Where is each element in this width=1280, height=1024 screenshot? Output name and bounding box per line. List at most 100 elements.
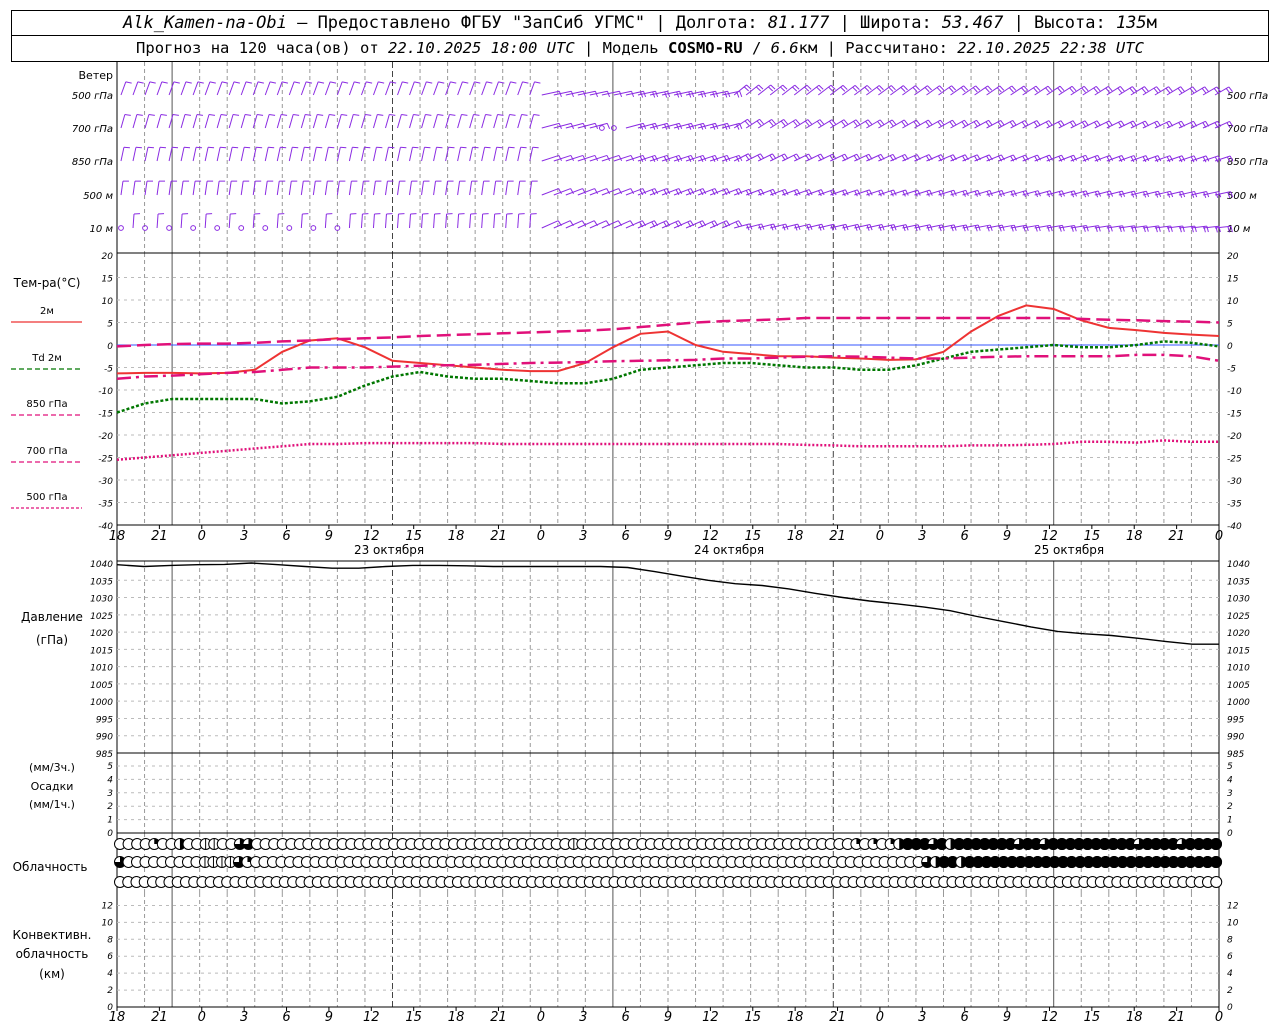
- wind-barb-feather: [972, 87, 978, 93]
- wind-barb: [192, 81, 204, 96]
- wind-level-label: 500 м: [83, 191, 113, 202]
- wind-barb-feather: [878, 85, 884, 91]
- wind-barb: [481, 81, 493, 96]
- hour-tick-label: 3: [240, 529, 248, 544]
- hour-tick-label-bottom: 21: [490, 1010, 507, 1024]
- wind-barb-staff: [216, 147, 221, 162]
- wind-barb-staff: [757, 153, 773, 162]
- wind-barb-feather: [1193, 155, 1198, 162]
- wind-barb-feather: [437, 114, 444, 116]
- wind-barb-feather: [317, 114, 324, 116]
- wind-barb: [180, 180, 190, 196]
- wind-barb: [372, 81, 385, 96]
- wind-barb: [348, 180, 358, 196]
- wind-calm-marker: [118, 225, 124, 231]
- wind-barb: [312, 180, 322, 196]
- wind-barb-staff: [276, 147, 281, 162]
- wind-barb-feather: [1059, 85, 1065, 92]
- hour-tick-label: 12: [363, 529, 380, 544]
- wind-barb-staff: [192, 147, 197, 162]
- wind-barb-staff: [1178, 86, 1193, 96]
- wind-barb-feather: [961, 121, 966, 127]
- wind-barb: [457, 213, 465, 229]
- conv-ytick: 6: [107, 952, 113, 962]
- wind-barb-staff: [144, 181, 148, 196]
- wind-barb-staff: [409, 181, 412, 196]
- wind-barb-staff: [1142, 120, 1158, 129]
- wind-barb: [144, 81, 156, 96]
- pres-ytick: 1010: [90, 664, 113, 674]
- wind-barb-feather: [401, 114, 408, 116]
- day-label: 23 октября: [354, 543, 424, 557]
- hour-tick-label: 18: [787, 529, 804, 544]
- wind-calm-marker: [611, 125, 617, 131]
- wind-barb-staff: [1190, 86, 1205, 96]
- hour-tick-label: 9: [664, 529, 672, 544]
- wind-barb-staff: [180, 213, 183, 229]
- hour-tick-label-bottom: 0: [1215, 1010, 1223, 1024]
- wind-barb-feather: [1048, 120, 1053, 126]
- temp-ytick-right: -15: [1227, 410, 1242, 420]
- wind-barb-staff: [433, 213, 436, 229]
- wind-barb-staff: [252, 213, 255, 229]
- temp-ytick: 20: [102, 252, 114, 262]
- wind-calm-marker: [598, 125, 605, 131]
- hour-tick-label-bottom: 3: [240, 1010, 248, 1024]
- wind-barb-feather: [986, 225, 990, 232]
- cloud-fill: [1210, 856, 1223, 868]
- wind-barb-staff: [300, 213, 303, 229]
- wind-barb-feather: [855, 119, 861, 125]
- wind-barb: [204, 180, 214, 196]
- cloud-axis-title: Облачность: [13, 860, 88, 874]
- wind-barb-staff: [300, 114, 306, 129]
- prec-ytick-right: 5: [1227, 762, 1233, 772]
- pres-ytick-right: 985: [1227, 750, 1244, 760]
- legend-label: 500 гПа: [26, 492, 67, 503]
- wind-barb-feather: [890, 190, 894, 197]
- wind-barb-feather: [866, 85, 872, 91]
- wind-barb: [541, 220, 562, 229]
- wind-barb-staff: [156, 147, 161, 162]
- wind-barb-feather: [937, 121, 942, 127]
- prec-unit-3h: (мм/3ч.): [29, 761, 75, 774]
- wind-barb-feather: [1131, 226, 1134, 233]
- wind-barb-feather: [341, 114, 348, 116]
- wind-barb: [397, 146, 407, 162]
- prec-ytick: 3: [107, 789, 113, 799]
- hour-tick-label: 15: [744, 529, 761, 544]
- wind-barb: [541, 154, 562, 162]
- wind-barb-staff: [228, 147, 233, 162]
- prec-ytick: 1: [107, 816, 113, 826]
- wind-barb-staff: [421, 81, 427, 96]
- wind-barb-feather: [806, 84, 812, 90]
- wind-barb-feather: [269, 114, 276, 116]
- wind-barb: [336, 114, 348, 129]
- wind-barb-feather: [902, 85, 908, 91]
- wind-barb-feather: [449, 114, 456, 116]
- wind-barb-feather: [843, 119, 849, 125]
- wind-barb-feather: [1167, 226, 1170, 233]
- wind-barb-staff: [505, 147, 510, 162]
- hour-tick-label-bottom: 9: [1003, 1010, 1011, 1024]
- wind-barb: [264, 114, 276, 129]
- wind-barb: [156, 81, 168, 96]
- wind-barb-feather: [1122, 225, 1125, 232]
- wind-barb-feather: [1036, 120, 1041, 126]
- wind-barb: [228, 146, 239, 162]
- wind-barb-staff: [372, 81, 379, 96]
- wind-barb-feather: [783, 119, 788, 125]
- wind-barb-staff: [926, 119, 941, 129]
- wind-barb: [348, 146, 359, 162]
- wind-barb-staff: [866, 119, 881, 129]
- wind-barb-staff: [132, 147, 137, 162]
- wind-barb-feather: [901, 121, 906, 127]
- pres-ytick: 995: [96, 715, 113, 725]
- wind-barb-feather: [927, 119, 933, 126]
- wind-barb: [216, 146, 227, 162]
- wind-barb-staff: [216, 81, 223, 96]
- wind-barb: [348, 114, 360, 129]
- wind-barb-staff: [409, 81, 415, 96]
- wind-barb-feather: [964, 119, 969, 126]
- wind-barb-feather: [987, 85, 993, 91]
- wind-barb-feather: [1117, 87, 1123, 93]
